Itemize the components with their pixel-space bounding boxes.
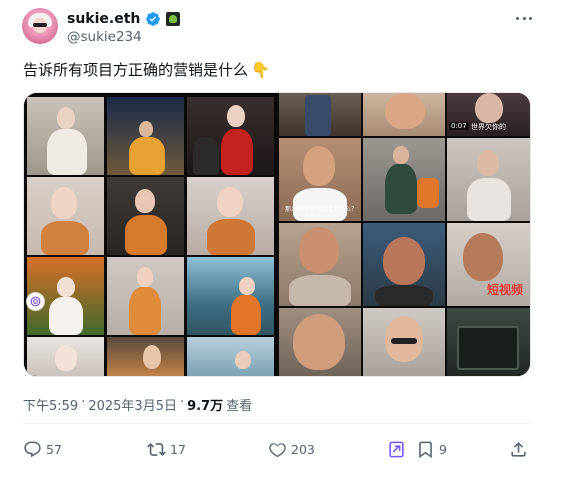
tweet-media[interactable]: 0:07 世界欠你的 那么小时候你想成为什么？ 短视频 xyxy=(23,92,531,377)
meta-separator: · xyxy=(81,395,86,410)
meta-separator: · xyxy=(179,395,185,410)
pointing-down-emoji: 👇 xyxy=(251,61,270,79)
photo-tile xyxy=(107,177,184,255)
bookmark-icon xyxy=(419,441,432,458)
action-bar: 57 17 203 9 xyxy=(23,438,533,460)
share-button[interactable] xyxy=(509,438,528,460)
photo-tile xyxy=(187,257,274,335)
video-tile xyxy=(279,223,361,306)
share-icon xyxy=(511,441,526,457)
video-tile xyxy=(447,308,530,376)
photo-tile xyxy=(107,337,184,376)
retweet-count: 17 xyxy=(170,441,186,457)
photo-tile xyxy=(187,177,274,255)
video-duration: 0:07 xyxy=(449,122,469,130)
video-red-label: 短视频 xyxy=(487,283,524,297)
photo-tile xyxy=(27,177,104,255)
video-caption: 世界欠你的 xyxy=(471,123,506,131)
more-dots-icon[interactable] xyxy=(514,10,534,26)
grok-icon xyxy=(389,441,404,457)
media-image-right[interactable]: 0:07 世界欠你的 那么小时候你想成为什么？ 短视频 xyxy=(279,93,530,376)
author-name-row: sukie.eth xyxy=(67,10,181,28)
avatar-sunglasses xyxy=(33,23,47,27)
video-caption: 那么小时候你想成为什么？ xyxy=(285,206,358,213)
tweet-metadata: 下午5:59 · 2025年3月5日 · 9.7万 查看 xyxy=(23,395,252,414)
author-handle[interactable]: @sukie234 xyxy=(67,29,142,45)
retweet-button[interactable]: 17 xyxy=(147,438,186,460)
video-tile xyxy=(363,138,445,221)
photo-tile xyxy=(107,97,184,175)
views-count[interactable]: 9.7万 xyxy=(187,395,223,414)
tweet-time[interactable]: 下午5:59 xyxy=(23,395,78,414)
reply-icon xyxy=(24,441,41,457)
video-tile xyxy=(363,93,445,136)
photo-tile xyxy=(27,337,104,376)
tweet-text: 告诉所有项目方正确的营销是什么 👇 xyxy=(23,59,270,81)
like-button[interactable]: 203 xyxy=(268,438,315,460)
photo-tile xyxy=(187,337,274,376)
bookmark-count: 9 xyxy=(439,441,447,457)
grok-button[interactable] xyxy=(387,438,406,460)
bookmark-button[interactable]: 9 xyxy=(416,438,447,460)
video-tile: 短视频 xyxy=(447,223,530,306)
photo-tile xyxy=(27,97,104,175)
author-display-name[interactable]: sukie.eth xyxy=(67,11,140,27)
video-tile xyxy=(363,308,445,376)
tweet-card: sukie.eth @sukie234 告诉所有项目方正确的营销是什么 👇 0:… xyxy=(0,0,563,482)
media-image-left[interactable] xyxy=(24,93,277,376)
reply-count: 57 xyxy=(46,441,62,457)
video-tile xyxy=(279,308,361,376)
tweet-text-body: 告诉所有项目方正确的营销是什么 xyxy=(23,61,249,79)
video-tile: 0:07 世界欠你的 xyxy=(447,93,530,136)
video-tile: 那么小时候你想成为什么？ xyxy=(279,138,361,221)
openai-knot-icon xyxy=(30,296,41,307)
verified-badge-icon xyxy=(146,12,161,26)
heart-icon xyxy=(269,442,286,457)
reply-button[interactable]: 57 xyxy=(23,438,62,460)
like-count: 203 xyxy=(291,441,315,457)
video-tile xyxy=(447,138,530,221)
avatar[interactable] xyxy=(22,8,58,44)
tweet-date[interactable]: 2025年3月5日 xyxy=(88,395,177,414)
grok-analyze-image-icon[interactable] xyxy=(26,292,45,311)
affiliate-badge-icon xyxy=(166,12,181,26)
video-tile xyxy=(363,223,445,306)
video-tile xyxy=(279,93,361,136)
photo-tile xyxy=(107,257,184,335)
retweet-icon xyxy=(147,442,166,456)
divider xyxy=(23,423,531,424)
views-label: 查看 xyxy=(226,399,253,414)
photo-tile xyxy=(187,97,274,175)
